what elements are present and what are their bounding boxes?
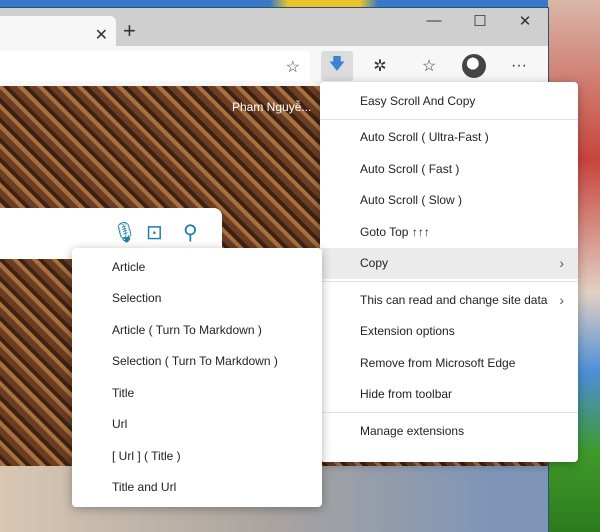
chevron-right-icon: › <box>559 291 564 308</box>
tab-close-icon[interactable]: ✕ <box>95 25 108 45</box>
submenu-item-title[interactable]: Title <box>72 377 322 409</box>
menu-item-auto-scroll-slow[interactable]: Auto Scroll ( Slow ) <box>320 185 578 217</box>
divider <box>320 118 578 120</box>
submenu-item-title-and-url[interactable]: Title and Url <box>72 472 322 504</box>
copy-submenu: Article Selection Article ( Turn To Mark… <box>72 248 322 507</box>
address-bar[interactable]: ☆ <box>0 51 310 81</box>
puzzle-icon: ✲ <box>373 58 387 75</box>
menu-item-label: Copy <box>360 256 389 271</box>
extensions-button[interactable]: ✲ <box>364 51 396 81</box>
profile-button[interactable] <box>458 51 490 81</box>
menu-item-extension-options[interactable]: Extension options <box>320 316 578 348</box>
submenu-item-url-title[interactable]: [ Url ] ( Title ) <box>72 440 322 472</box>
settings-more-button[interactable]: ··· <box>503 51 535 81</box>
submenu-item-url[interactable]: Url <box>72 409 322 441</box>
chevron-right-icon: › <box>559 255 564 272</box>
menu-item-manage-extensions[interactable]: Manage extensions <box>320 415 578 447</box>
close-window-button[interactable]: ✕ <box>515 12 535 30</box>
submenu-item-article-markdown[interactable]: Article ( Turn To Markdown ) <box>72 314 322 346</box>
menu-item-auto-scroll-ultra-fast[interactable]: Auto Scroll ( Ultra-Fast ) <box>320 122 578 154</box>
extension-menu: Easy Scroll And Copy Auto Scroll ( Ultra… <box>320 82 578 462</box>
submenu-item-selection[interactable]: Selection <box>72 283 322 315</box>
add-favorite-icon[interactable]: ☆ <box>286 57 300 77</box>
menu-title: Easy Scroll And Copy <box>360 93 476 108</box>
easy-scroll-extension-button[interactable]: 🡇 <box>321 51 353 81</box>
menu-item-remove[interactable]: Remove from Microsoft Edge <box>320 347 578 379</box>
favorites-icon: ☆ <box>421 58 437 75</box>
search-icon[interactable]: ⚲ <box>183 220 198 245</box>
new-tab-button[interactable]: + <box>123 18 136 44</box>
microphone-icon[interactable]: 🎙 <box>112 220 137 245</box>
menu-item-site-access[interactable]: This can read and change site data › <box>320 284 578 316</box>
more-icon: ··· <box>511 57 527 74</box>
maximize-button[interactable]: ☐ <box>470 12 490 30</box>
arrow-down-icon: 🡇 <box>328 55 346 73</box>
divider <box>320 412 578 413</box>
divider <box>320 281 578 282</box>
visual-search-icon[interactable]: ⊡ <box>146 220 163 245</box>
toolbar: ☆ 🡇 ✲ ☆ ··· <box>0 46 548 86</box>
menu-item-label: This can read and change site data <box>360 292 548 307</box>
menu-item-copy[interactable]: Copy › <box>320 247 578 279</box>
submenu-item-article[interactable]: Article <box>72 251 322 283</box>
menu-item-auto-scroll-fast[interactable]: Auto Scroll ( Fast ) <box>320 153 578 185</box>
submenu-item-selection-markdown[interactable]: Selection ( Turn To Markdown ) <box>72 346 322 378</box>
photo-credit[interactable]: Pham Nguyễ... <box>232 100 311 114</box>
menu-item-goto-top[interactable]: Goto Top ↑↑↑ <box>320 216 578 248</box>
menu-item-hide[interactable]: Hide from toolbar <box>320 379 578 411</box>
avatar <box>462 54 486 78</box>
favorites-button[interactable]: ☆ <box>413 51 445 81</box>
minimize-button[interactable]: — <box>424 12 444 29</box>
